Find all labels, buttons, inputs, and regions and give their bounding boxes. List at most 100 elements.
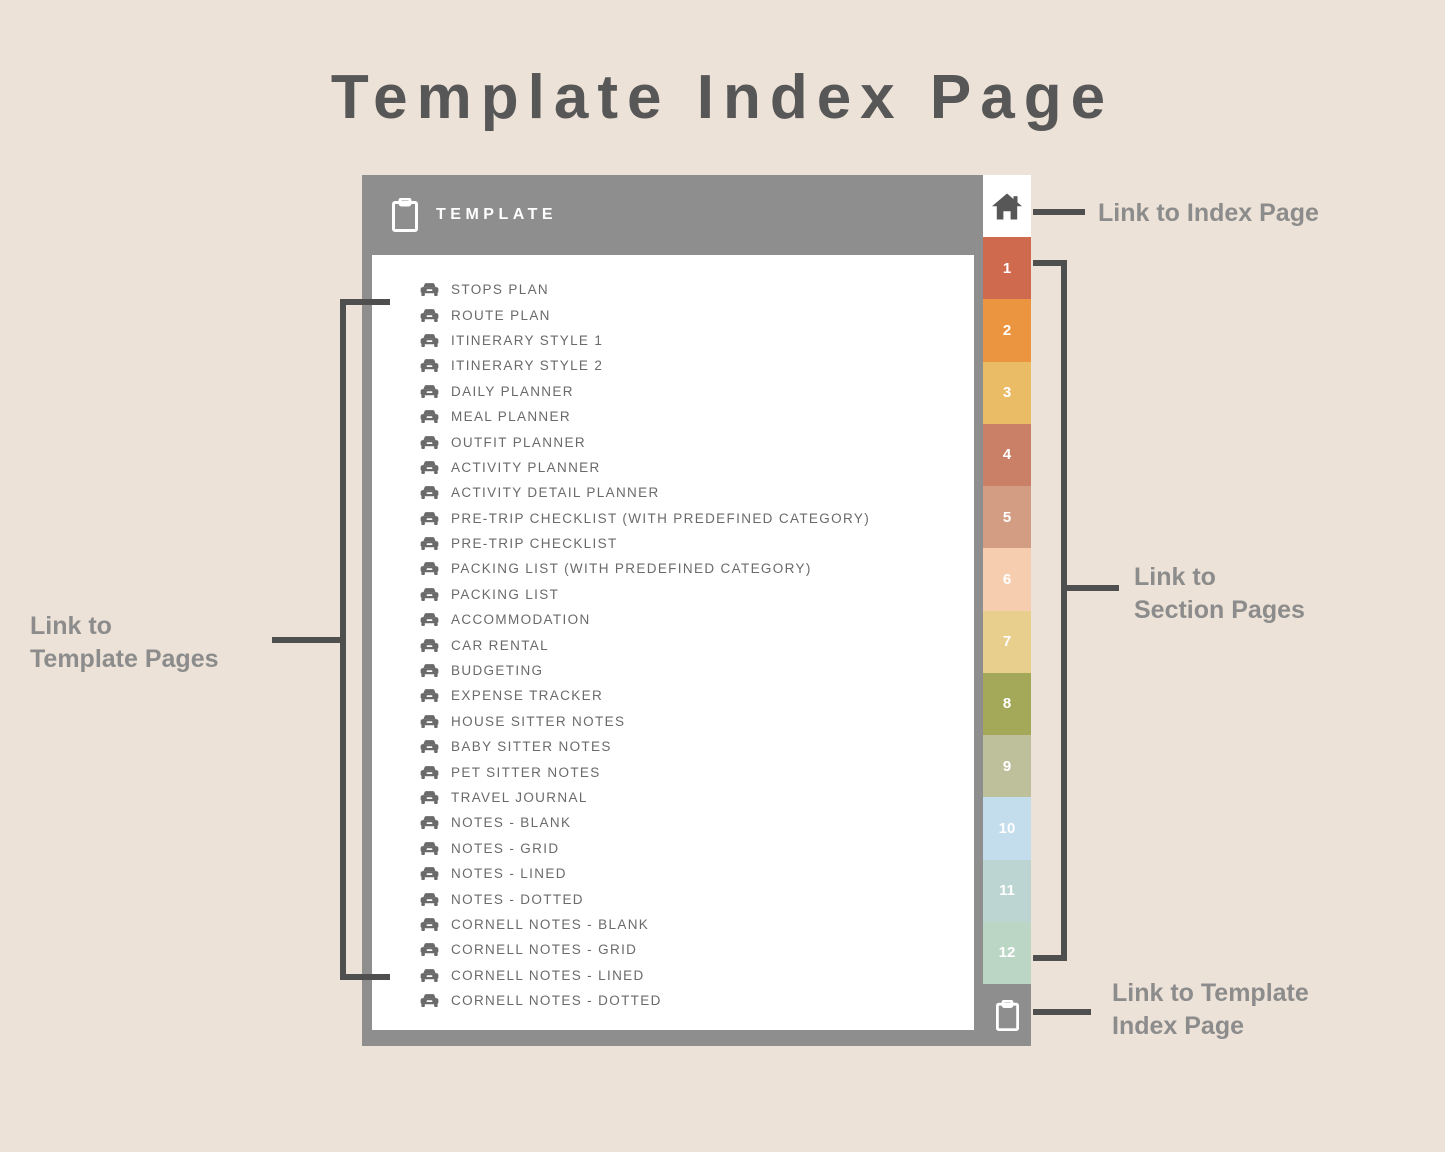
template-item-label: PRE-TRIP CHECKLIST bbox=[451, 536, 618, 551]
template-list-item[interactable]: CORNELL NOTES - GRID bbox=[420, 937, 974, 962]
template-list-item[interactable]: NOTES - GRID bbox=[420, 836, 974, 861]
template-item-label: BUDGETING bbox=[451, 663, 543, 678]
car-icon bbox=[420, 587, 439, 602]
template-item-label: MEAL PLANNER bbox=[451, 409, 571, 424]
template-item-label: NOTES - DOTTED bbox=[451, 892, 584, 907]
annotation-template-index: Link to Template Index Page bbox=[1112, 977, 1309, 1044]
car-icon bbox=[420, 841, 439, 856]
template-list-item[interactable]: NOTES - LINED bbox=[420, 861, 974, 886]
car-icon bbox=[420, 409, 439, 424]
annotation-template-pages-line2: Template Pages bbox=[30, 643, 219, 676]
page-title: Template Index Page bbox=[0, 62, 1445, 133]
car-icon bbox=[420, 460, 439, 475]
bracket-left-stub bbox=[272, 637, 346, 643]
tab-section-2[interactable]: 2 bbox=[983, 299, 1031, 361]
template-item-label: CORNELL NOTES - LINED bbox=[451, 968, 645, 983]
tab-section-5[interactable]: 5 bbox=[983, 486, 1031, 548]
template-item-label: DAILY PLANNER bbox=[451, 384, 574, 399]
tab-section-12[interactable]: 12 bbox=[983, 922, 1031, 984]
template-list-item[interactable]: TRAVEL JOURNAL bbox=[420, 785, 974, 810]
tab-label: 1 bbox=[1003, 260, 1011, 277]
template-list-item[interactable]: CAR RENTAL bbox=[420, 632, 974, 657]
car-icon bbox=[420, 688, 439, 703]
bracket-left-top bbox=[340, 299, 390, 305]
template-item-label: CORNELL NOTES - BLANK bbox=[451, 917, 649, 932]
template-item-label: HOUSE SITTER NOTES bbox=[451, 714, 625, 729]
annotation-template-index-line2: Index Page bbox=[1112, 1010, 1309, 1043]
car-icon bbox=[420, 765, 439, 780]
template-list-item[interactable]: STOPS PLAN bbox=[420, 277, 974, 302]
annotation-template-pages-line1: Link to bbox=[30, 610, 219, 643]
tab-label: 7 bbox=[1003, 633, 1011, 650]
car-icon bbox=[420, 384, 439, 399]
car-icon bbox=[420, 892, 439, 907]
tab-label: 4 bbox=[1003, 446, 1011, 463]
template-list-item[interactable]: PET SITTER NOTES bbox=[420, 759, 974, 784]
template-list-item[interactable]: CORNELL NOTES - BLANK bbox=[420, 912, 974, 937]
tab-section-9[interactable]: 9 bbox=[983, 735, 1031, 797]
tab-section-1[interactable]: 1 bbox=[983, 237, 1031, 299]
bracket-right-bottom bbox=[1033, 955, 1067, 961]
tab-label: 3 bbox=[1003, 384, 1011, 401]
template-list-item[interactable]: ACTIVITY DETAIL PLANNER bbox=[420, 480, 974, 505]
car-icon bbox=[420, 638, 439, 653]
template-list-item[interactable]: CORNELL NOTES - DOTTED bbox=[420, 988, 974, 1013]
template-item-label: PACKING LIST (WITH PREDEFINED CATEGORY) bbox=[451, 561, 812, 576]
template-item-label: PET SITTER NOTES bbox=[451, 765, 601, 780]
template-list-item[interactable]: ACTIVITY PLANNER bbox=[420, 455, 974, 480]
tab-rail: 123456789101112 bbox=[983, 175, 1031, 1046]
tab-section-7[interactable]: 7 bbox=[983, 611, 1031, 673]
template-list-item[interactable]: ROUTE PLAN bbox=[420, 302, 974, 327]
template-list-item[interactable]: NOTES - DOTTED bbox=[420, 886, 974, 911]
template-item-label: CORNELL NOTES - GRID bbox=[451, 942, 637, 957]
bracket-left-bottom bbox=[340, 974, 390, 980]
tab-section-4[interactable]: 4 bbox=[983, 424, 1031, 486]
template-list-item[interactable]: OUTFIT PLANNER bbox=[420, 429, 974, 454]
template-list-item[interactable]: BUDGETING bbox=[420, 658, 974, 683]
template-item-label: BABY SITTER NOTES bbox=[451, 739, 612, 754]
clipboard-icon bbox=[392, 198, 418, 232]
template-list-item[interactable]: PACKING LIST (WITH PREDEFINED CATEGORY) bbox=[420, 556, 974, 581]
tab-section-8[interactable]: 8 bbox=[983, 673, 1031, 735]
template-list-item[interactable]: EXPENSE TRACKER bbox=[420, 683, 974, 708]
template-item-label: ACTIVITY DETAIL PLANNER bbox=[451, 485, 660, 500]
template-list-item[interactable]: BABY SITTER NOTES bbox=[420, 734, 974, 759]
template-list-item[interactable]: PRE-TRIP CHECKLIST (WITH PREDEFINED CATE… bbox=[420, 506, 974, 531]
template-list-item[interactable]: CORNELL NOTES - LINED bbox=[420, 963, 974, 988]
template-list-item[interactable]: DAILY PLANNER bbox=[420, 379, 974, 404]
car-icon bbox=[420, 561, 439, 576]
bracket-right-stem bbox=[1061, 260, 1067, 961]
tab-section-6[interactable]: 6 bbox=[983, 548, 1031, 610]
car-icon bbox=[420, 790, 439, 805]
tab-label: 5 bbox=[1003, 509, 1011, 526]
template-list-item[interactable]: MEAL PLANNER bbox=[420, 404, 974, 429]
template-item-label: OUTFIT PLANNER bbox=[451, 435, 586, 450]
tab-label: 12 bbox=[999, 944, 1016, 961]
template-list-item[interactable]: PACKING LIST bbox=[420, 582, 974, 607]
template-list-item[interactable]: ACCOMMODATION bbox=[420, 607, 974, 632]
annotation-index-page-text: Link to Index Page bbox=[1098, 199, 1319, 227]
template-item-label: ITINERARY STYLE 1 bbox=[451, 333, 603, 348]
car-icon bbox=[420, 866, 439, 881]
car-icon bbox=[420, 739, 439, 754]
tab-section-10[interactable]: 10 bbox=[983, 797, 1031, 859]
annotation-template-index-line1: Link to Template bbox=[1112, 977, 1309, 1010]
car-icon bbox=[420, 993, 439, 1008]
car-icon bbox=[420, 485, 439, 500]
template-list-item[interactable]: PRE-TRIP CHECKLIST bbox=[420, 531, 974, 556]
tab-section-3[interactable]: 3 bbox=[983, 362, 1031, 424]
template-item-label: TRAVEL JOURNAL bbox=[451, 790, 588, 805]
template-list-item[interactable]: ITINERARY STYLE 2 bbox=[420, 353, 974, 378]
tab-template-index-page[interactable] bbox=[983, 984, 1031, 1046]
template-list-item[interactable]: NOTES - BLANK bbox=[420, 810, 974, 835]
car-icon bbox=[420, 714, 439, 729]
tab-home-index-page[interactable] bbox=[983, 175, 1031, 237]
template-item-label: EXPENSE TRACKER bbox=[451, 688, 603, 703]
template-item-label: STOPS PLAN bbox=[451, 282, 549, 297]
tab-section-11[interactable]: 11 bbox=[983, 860, 1031, 922]
car-icon bbox=[420, 968, 439, 983]
template-list-item[interactable]: HOUSE SITTER NOTES bbox=[420, 709, 974, 734]
car-icon bbox=[420, 917, 439, 932]
template-list-item[interactable]: ITINERARY STYLE 1 bbox=[420, 328, 974, 353]
template-item-label: PRE-TRIP CHECKLIST (WITH PREDEFINED CATE… bbox=[451, 511, 870, 526]
